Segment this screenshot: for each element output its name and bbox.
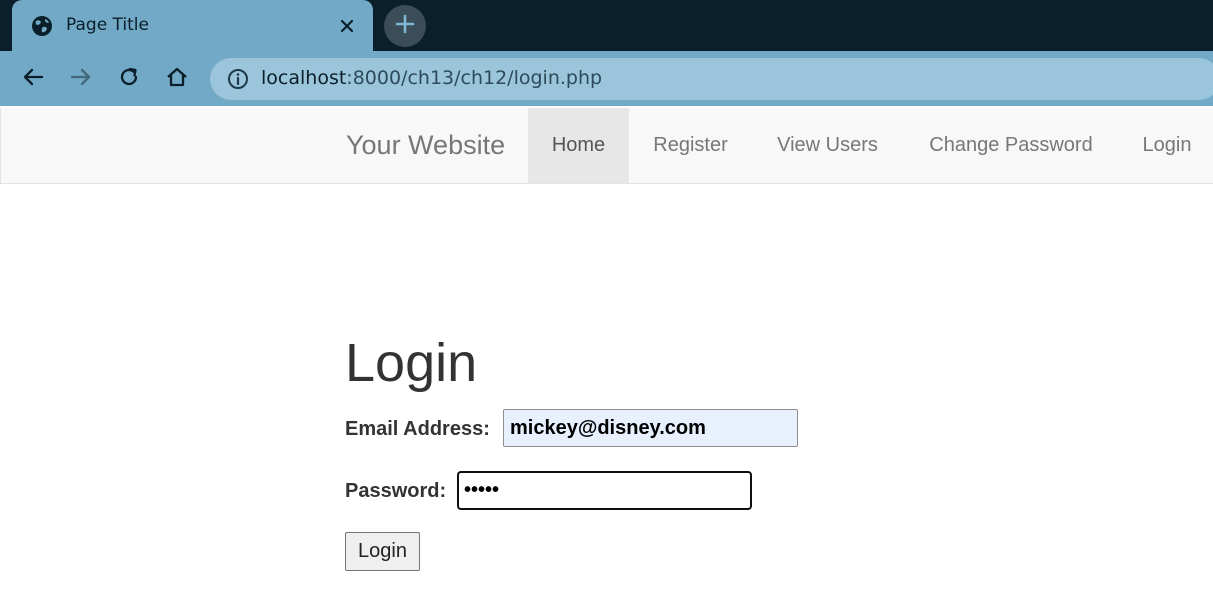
nav-item-register[interactable]: Register xyxy=(629,108,752,183)
plus-icon xyxy=(395,14,415,39)
login-button[interactable]: Login xyxy=(345,532,420,571)
address-bar[interactable]: localhost:8000/ch13/ch12/login.php xyxy=(210,58,1213,100)
home-icon xyxy=(166,66,188,93)
globe-icon xyxy=(31,15,53,37)
page-title: Login xyxy=(345,333,478,393)
home-button[interactable] xyxy=(161,63,193,95)
back-button[interactable] xyxy=(17,63,49,95)
nav-item-home[interactable]: Home xyxy=(528,108,629,183)
email-label: Email Address: xyxy=(345,418,490,440)
arrow-right-icon xyxy=(70,66,92,93)
reload-button[interactable] xyxy=(113,63,145,95)
close-icon[interactable] xyxy=(336,15,358,37)
password-field[interactable] xyxy=(457,471,752,510)
url-text[interactable]: localhost:8000/ch13/ch12/login.php xyxy=(261,67,602,89)
email-field[interactable] xyxy=(503,409,798,447)
info-icon[interactable] xyxy=(227,68,249,90)
site-navbar: Your Website Home Register View Users Ch… xyxy=(0,108,1213,184)
new-tab-button[interactable] xyxy=(384,5,426,47)
tab-strip: Page Title xyxy=(0,0,1213,51)
browser-toolbar: localhost:8000/ch13/ch12/login.php xyxy=(0,51,1213,106)
tab-title: Page Title xyxy=(66,15,149,35)
navbar-brand[interactable]: Your Website xyxy=(346,130,505,161)
forward-button[interactable] xyxy=(65,63,97,95)
reload-icon xyxy=(118,66,140,93)
browser-tab[interactable]: Page Title xyxy=(12,0,373,51)
nav-item-change-password[interactable]: Change Password xyxy=(903,108,1119,183)
nav-item-login[interactable]: Login xyxy=(1119,108,1213,183)
arrow-left-icon xyxy=(22,66,44,93)
url-path: :8000/ch13/ch12/login.php xyxy=(346,67,603,89)
url-host: localhost xyxy=(261,67,347,89)
password-label: Password: xyxy=(345,480,447,502)
nav-item-view-users[interactable]: View Users xyxy=(752,108,903,183)
